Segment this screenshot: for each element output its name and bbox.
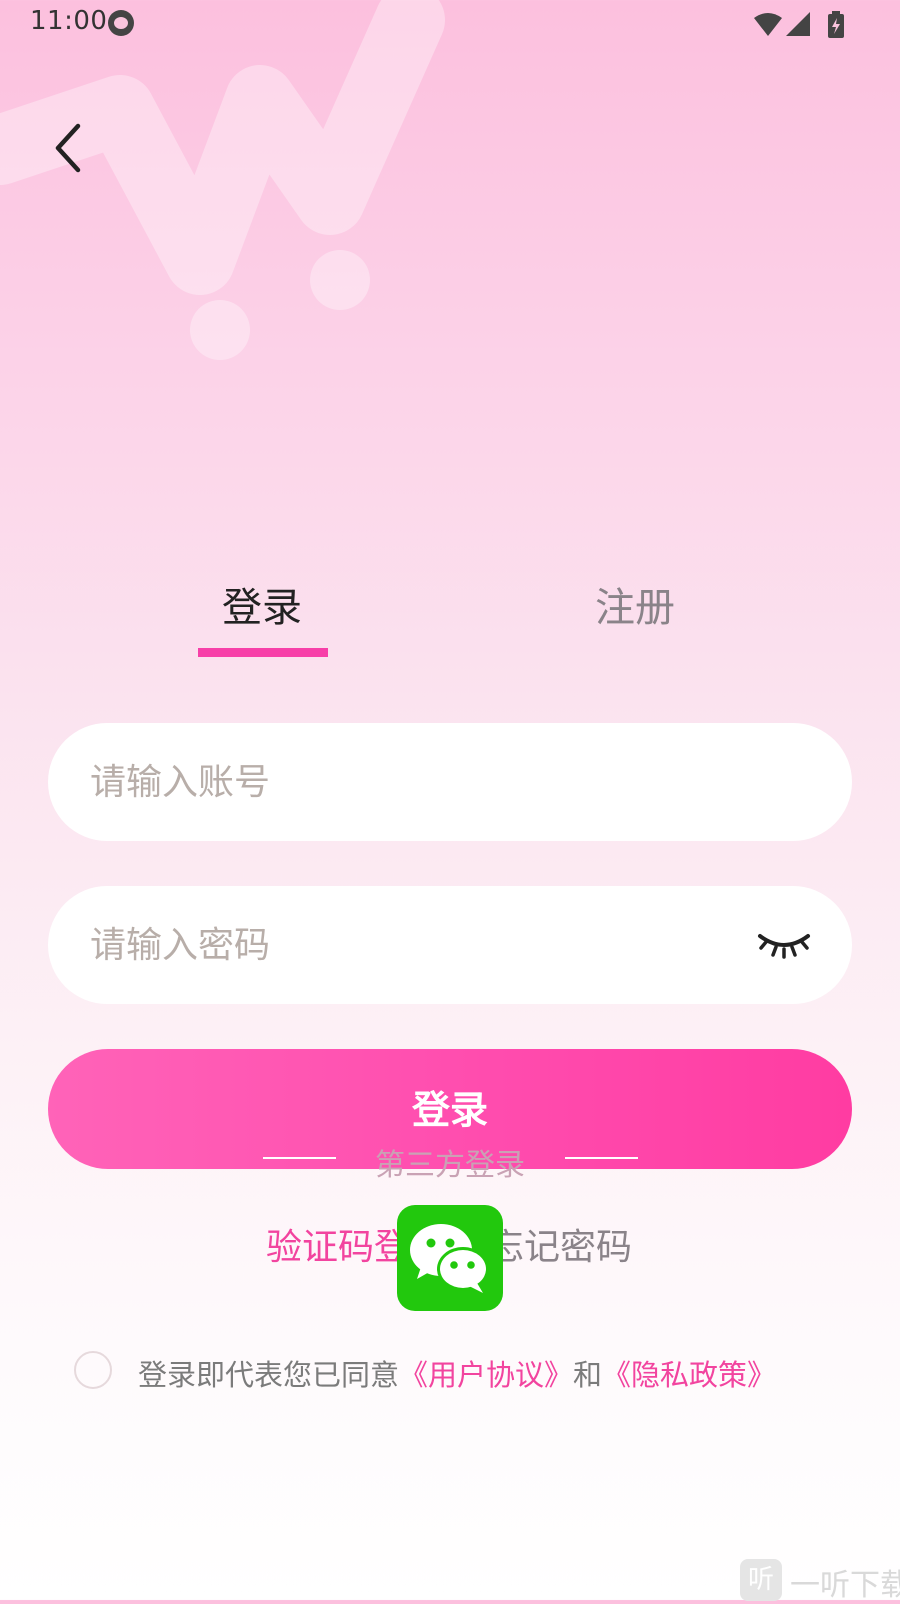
watermark-text: 一听下载	[790, 1568, 900, 1603]
eye-closed-icon[interactable]	[756, 922, 812, 962]
password-field	[48, 886, 852, 1004]
status-icons	[754, 11, 844, 38]
account-field	[48, 723, 852, 841]
tab-active-indicator	[198, 648, 328, 657]
wechat-icon	[410, 1224, 489, 1293]
privacy-policy-link[interactable]: 《隐私政策》	[602, 1358, 776, 1392]
agreement-checkbox[interactable]	[74, 1351, 112, 1389]
wifi-icon	[754, 13, 782, 36]
status-time: 11:00	[30, 6, 108, 36]
background-decoration	[0, 0, 445, 360]
notification-icon	[108, 10, 134, 36]
password-input[interactable]	[88, 923, 732, 967]
watermark-logo: 听	[740, 1559, 782, 1601]
agreement-and: 和	[573, 1358, 603, 1392]
battery-icon	[828, 11, 844, 38]
agreement-prefix: 登录即代表您已同意	[138, 1358, 400, 1392]
agreement-text: 登录即代表您已同意《用户协议》和《隐私政策》	[138, 1352, 776, 1394]
signal-icon	[786, 12, 810, 36]
tab-login[interactable]: 登录	[162, 575, 362, 633]
wechat-login-button[interactable]	[397, 1205, 503, 1311]
user-agreement-link[interactable]: 《用户协议》	[399, 1358, 573, 1392]
tab-register[interactable]: 注册	[535, 575, 735, 633]
back-arrow-icon[interactable]	[50, 122, 90, 174]
third-party-label: 第三方登录	[375, 1148, 525, 1183]
account-input[interactable]	[88, 760, 812, 804]
